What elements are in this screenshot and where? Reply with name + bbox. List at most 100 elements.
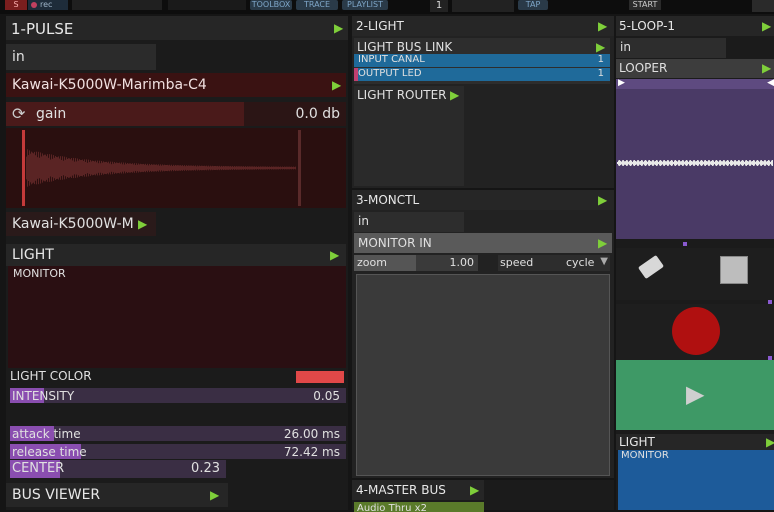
speed-value: cycle (566, 256, 595, 269)
bus-viewer-play-icon[interactable]: ▶ (210, 489, 219, 501)
release-time-label: release time (12, 445, 87, 459)
monctl-play-icon[interactable]: ▶ (598, 194, 607, 206)
monctl-title: 3-MONCTL (356, 193, 420, 207)
release-time-slider[interactable]: release time 72.42 ms (10, 444, 346, 459)
record-button[interactable]: rec (28, 0, 68, 10)
light-panel: 2-LIGHT ▶ LIGHT BUS LINK ▶ INPUT CANAL 1… (352, 16, 614, 188)
looper-header: LOOPER ▶ (616, 59, 774, 78)
record-area (616, 304, 774, 360)
play-area-button[interactable]: ▶ (616, 360, 774, 430)
speed-select[interactable]: speed cycle ▼ (498, 255, 610, 271)
light-panel-title: 2-LIGHT (356, 19, 404, 33)
zoom-value: 1.00 (449, 256, 475, 269)
record-circle-button[interactable] (672, 307, 720, 355)
bus-viewer-header: BUS VIEWER ▶ (6, 483, 228, 507)
light-title: LIGHT (12, 247, 54, 263)
light-color-label: LIGHT COLOR (10, 369, 92, 383)
meter-strip (72, 0, 162, 10)
loop-header: 5-LOOP-1 ▶ (616, 16, 774, 36)
playlist-button[interactable]: PLAYLIST (342, 0, 388, 10)
loop-monitor-label: MONITOR (621, 450, 669, 461)
looper-tools-row (616, 248, 774, 300)
start-button[interactable]: START (629, 0, 661, 10)
looper-play-icon[interactable]: ▶ (762, 62, 771, 74)
end-marker (298, 130, 301, 206)
monctl-input-field[interactable]: in (354, 212, 464, 232)
intensity-value: 0.05 (313, 389, 340, 403)
bus-link-play-icon[interactable]: ▶ (596, 41, 605, 53)
loop-light-header: LIGHT ▶ (616, 434, 774, 450)
monctl-input-label: in (358, 214, 369, 228)
pulse-panel: 1-PULSE ▶ in Kawai-K5000W-Marimba-C4 ▶ ⟳… (6, 16, 348, 510)
output-led-row[interactable]: OUTPUT LED 1 (354, 68, 610, 81)
stop-button[interactable] (720, 256, 748, 284)
waveform-view[interactable] (6, 128, 346, 208)
pulse-title: 1-PULSE (11, 20, 74, 38)
s-button[interactable]: S (5, 0, 27, 10)
looper-wave-svg (617, 160, 773, 166)
attack-time-slider[interactable]: attack time 26.00 ms (10, 426, 346, 441)
input-canal-row[interactable]: INPUT CANAL 1 (354, 54, 610, 67)
bus-link-module: LIGHT BUS LINK ▶ INPUT CANAL 1 OUTPUT LE… (354, 38, 610, 84)
tap-button[interactable]: TAP (518, 0, 548, 10)
looper-waveform[interactable]: ▶ ◀ (616, 78, 774, 239)
center-value: 0.23 (191, 461, 220, 476)
dropdown-arrow-icon: ▼ (600, 256, 608, 267)
record-dot-icon (31, 2, 37, 8)
loop-play-icon[interactable]: ▶ (762, 20, 771, 32)
bus-viewer-title: BUS VIEWER (12, 487, 101, 503)
audio-thru-label: Audio Thru x2 (357, 503, 427, 512)
monitor-in-title: MONITOR IN (358, 236, 432, 250)
center-slider[interactable]: CENTER 0.23 (10, 460, 226, 478)
monitor-in-header: MONITOR IN ▶ (354, 233, 612, 253)
top-toolbar: S rec TOOLBOX TRACE PLAYLIST 1 TAP START (0, 0, 774, 14)
eraser-button[interactable] (637, 254, 665, 280)
looper-title: LOOPER (619, 61, 668, 75)
loop-title: 5-LOOP-1 (619, 19, 676, 33)
audio-thru-module[interactable]: Audio Thru x2 (354, 502, 484, 512)
monitor-in-play-icon[interactable]: ▶ (598, 237, 607, 249)
gain-row[interactable]: ⟳ gain 0.0 db (6, 102, 346, 126)
pulse-input-field[interactable]: in (6, 44, 156, 70)
loop-light-title: LIGHT (619, 435, 655, 449)
instrument-play-icon[interactable]: ▶ (332, 79, 341, 91)
zoom-slider[interactable]: zoom 1.00 (354, 255, 478, 271)
attack-time-label: attack time (12, 427, 81, 441)
output-led-label: OUTPUT LED (358, 68, 422, 79)
light-panel-play-icon[interactable]: ▶ (598, 20, 607, 32)
master-bus-panel: 4-MASTER BUS ▶ Audio Thru x2 (352, 480, 614, 512)
counter-field: 1 (430, 0, 448, 12)
instrument-label: Kawai-K5000W-Marimba-C4 (12, 77, 207, 93)
monitor-display[interactable] (356, 274, 610, 476)
toolbox-button[interactable]: TOOLBOX (250, 0, 292, 10)
light-router-play-icon[interactable]: ▶ (450, 89, 459, 101)
time-field (168, 0, 246, 10)
intensity-slider[interactable]: INTENSITY 0.05 (10, 388, 346, 403)
loop-light-play-icon[interactable]: ▶ (766, 436, 774, 448)
pulse-play-icon[interactable]: ▶ (334, 22, 343, 34)
master-bus-play-icon[interactable]: ▶ (470, 484, 479, 496)
light-router-title: LIGHT ROUTER (357, 88, 447, 102)
instrument-short-play-icon[interactable]: ▶ (138, 218, 147, 230)
release-time-value: 72.42 ms (283, 445, 340, 459)
gain-label: gain (36, 106, 67, 122)
light-color-swatch[interactable] (296, 371, 344, 383)
tempo-field[interactable] (452, 0, 514, 12)
input-canal-value: 1 (597, 54, 604, 65)
waveform-svg (22, 130, 301, 206)
light-header: LIGHT ▶ (6, 244, 346, 266)
instrument-short-selector[interactable]: Kawai-K5000W-M ▶ (6, 212, 156, 236)
instrument-selector[interactable]: Kawai-K5000W-Marimba-C4 ▶ (6, 73, 346, 97)
monctl-panel: 3-MONCTL ▶ in MONITOR IN ▶ zoom 1.00 spe… (352, 190, 614, 478)
light-monitor: MONITOR (8, 266, 346, 368)
master-bus-header: 4-MASTER BUS ▶ (352, 480, 484, 500)
trace-button[interactable]: TRACE (296, 0, 338, 10)
top-right-button[interactable] (752, 0, 774, 12)
loop-input-field[interactable]: in (616, 38, 726, 58)
bus-link-title: LIGHT BUS LINK (357, 40, 453, 54)
loop-input-label: in (620, 40, 631, 54)
looper-wave-shape (617, 160, 773, 166)
master-bus-title: 4-MASTER BUS (356, 483, 446, 497)
light-play-icon[interactable]: ▶ (330, 249, 339, 261)
refresh-icon[interactable]: ⟳ (12, 104, 25, 123)
